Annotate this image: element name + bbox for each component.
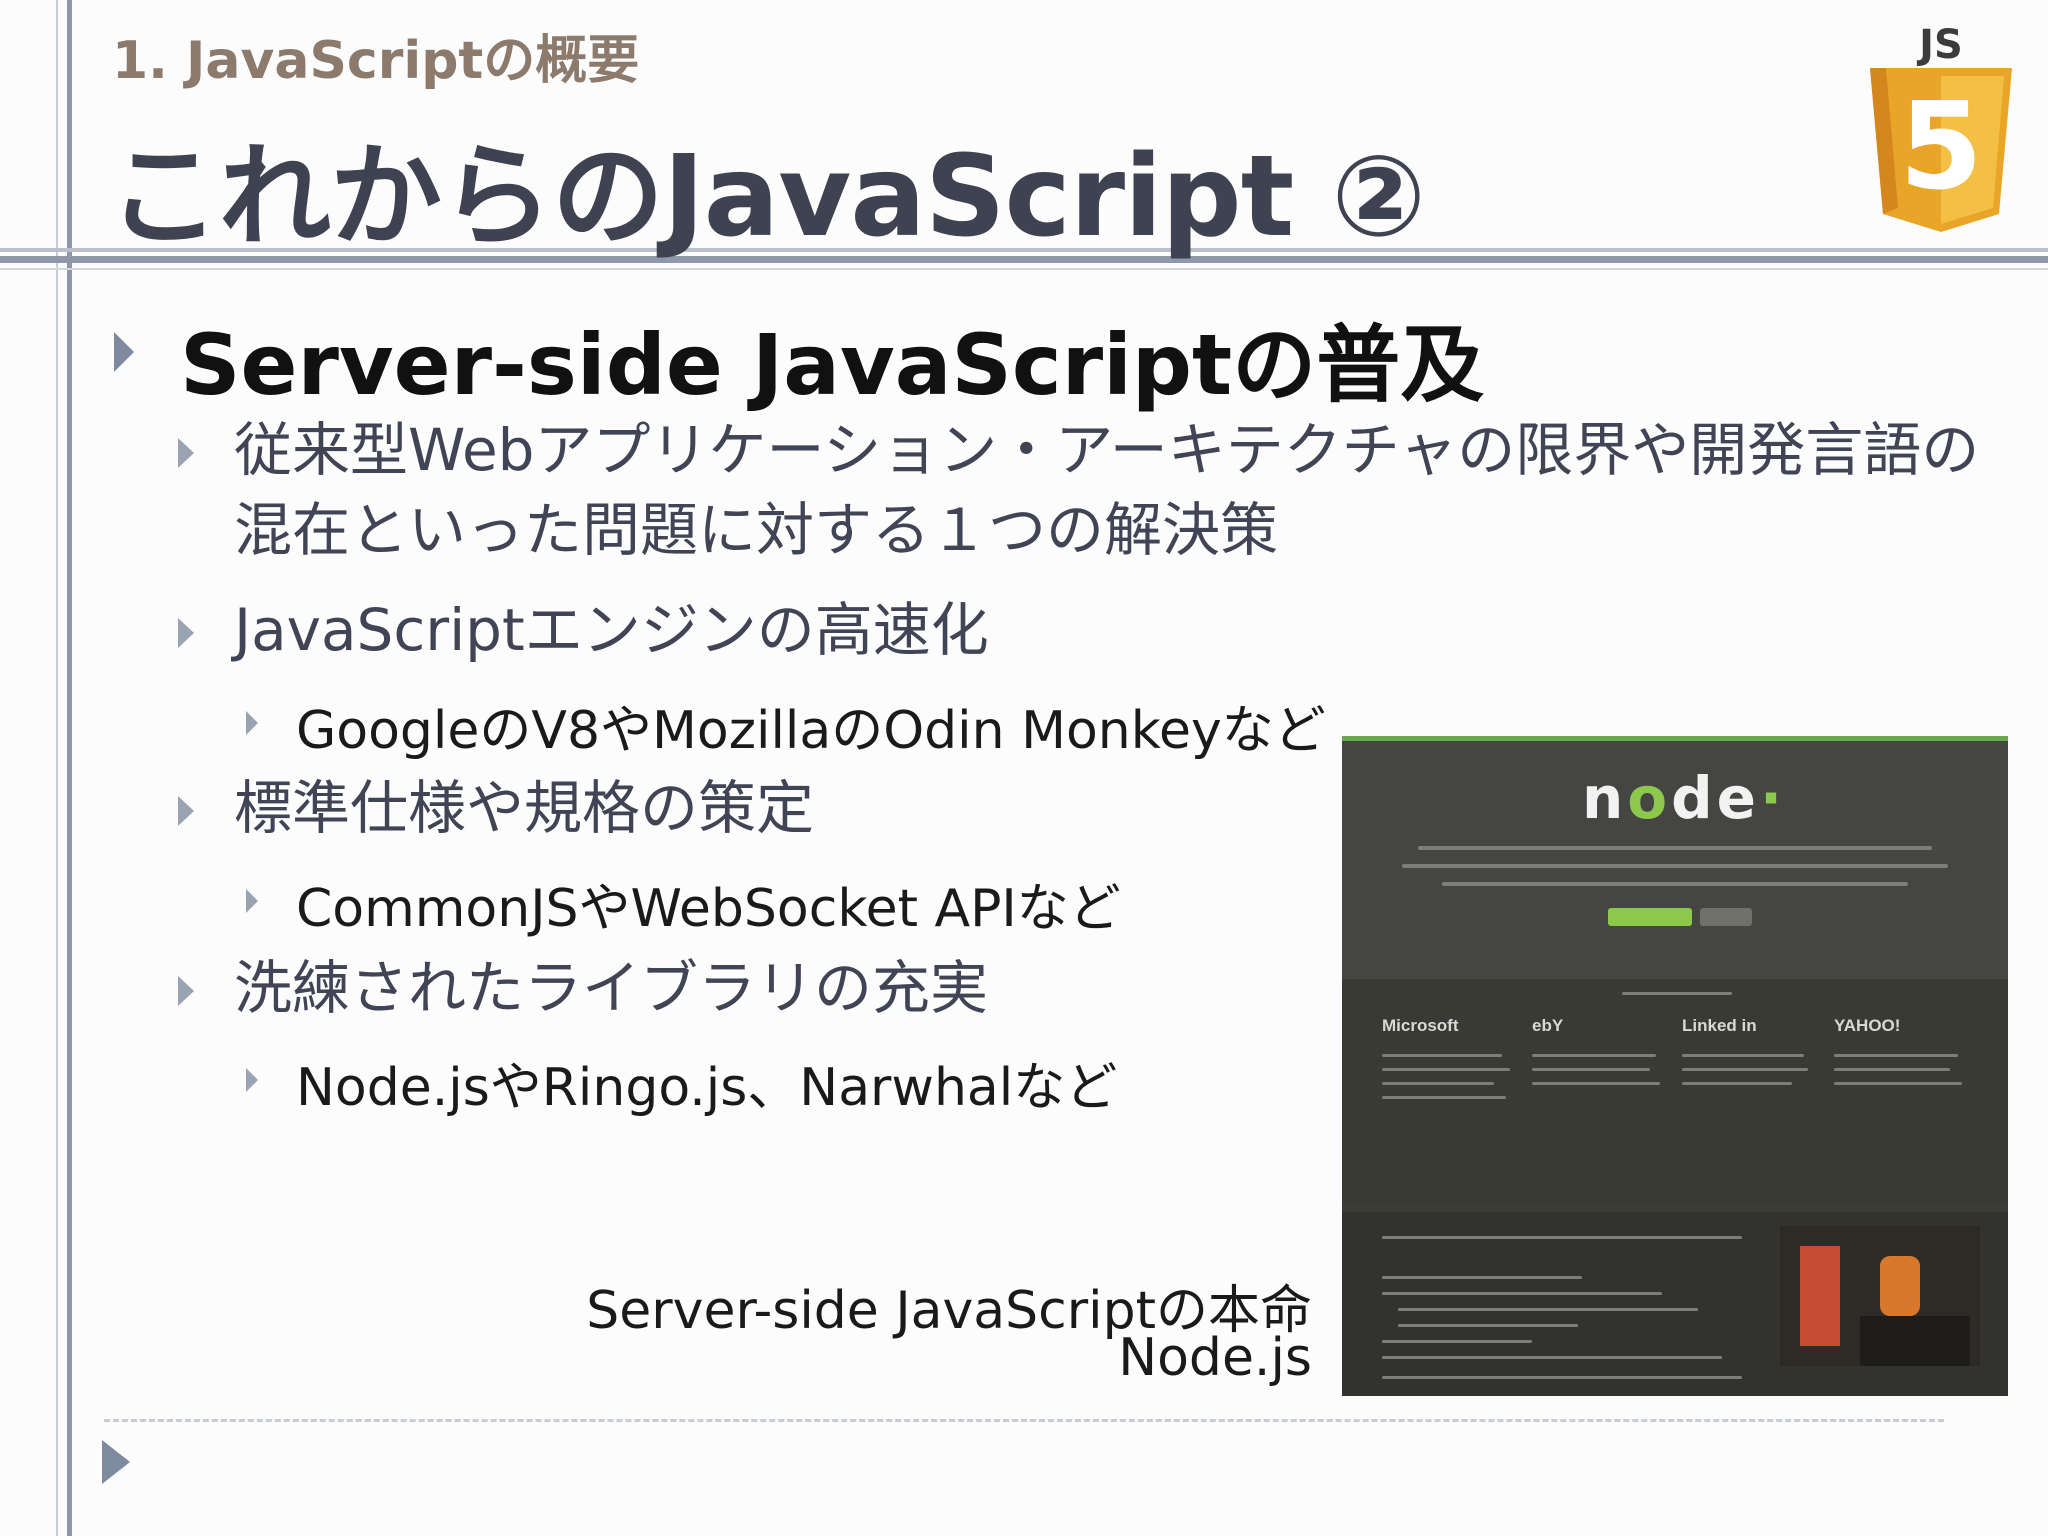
screenshot-text-line (1532, 1068, 1650, 1071)
bullet-arrow-icon (246, 1068, 258, 1092)
screenshot-text-line (1682, 1082, 1792, 1085)
screenshot-text-line (1682, 1068, 1808, 1071)
logo-ebay: ebY (1532, 1016, 1564, 1035)
screenshot-text-line (1382, 1376, 1742, 1379)
bullet-arrow-icon (246, 711, 258, 735)
bullet-4-text: 洗練されたライブラリの充実 (234, 954, 989, 1022)
screenshot-text-line (1442, 882, 1908, 886)
bullet-main: Server-side JavaScriptの普及 (112, 298, 1484, 419)
bullet-arrow-icon (246, 889, 258, 913)
logo-microsoft: Microsoft (1382, 1016, 1459, 1035)
js-logo-digit: 5 (1899, 78, 1983, 217)
bullet-2: JavaScriptエンジンの高速化 (174, 590, 989, 670)
screenshot-code-line (1382, 1356, 1722, 1359)
screenshot-text-line (1382, 1082, 1494, 1085)
screenshot-code-line (1398, 1324, 1578, 1327)
bullet-3-sub-text: CommonJSやWebSocket APIなど (296, 879, 1121, 939)
nodejs-website-screenshot: node· Microsoft ebY Linked in YAHOO! (1342, 736, 2008, 1396)
bullet-3-text: 標準仕様や規格の策定 (234, 774, 815, 842)
bullet-arrow-icon (178, 618, 194, 648)
bullet-main-text: Server-side JavaScriptの普及 (180, 316, 1485, 414)
bullet-arrow-icon (178, 976, 194, 1006)
screenshot-code-line (1382, 1292, 1662, 1295)
screenshot-text-line (1402, 864, 1948, 868)
footer-arrow-icon (102, 1440, 130, 1484)
bullet-4-sub-text: Node.jsやRingo.js、Narwhalなど (296, 1058, 1118, 1118)
screenshot-code-line (1398, 1308, 1698, 1311)
bullet-2-sub: GoogleのV8やMozillaのOdin Monkeyなど (244, 688, 1326, 763)
screenshot-text-line (1532, 1082, 1660, 1085)
screenshot-text-line (1682, 1054, 1804, 1057)
bullet-2-text: JavaScriptエンジンの高速化 (234, 596, 989, 664)
screenshot-speaker-photo (1780, 1226, 1980, 1366)
logo-linkedin: Linked in (1682, 1016, 1757, 1035)
screenshot-text-line (1382, 1096, 1506, 1099)
left-guide-thin (56, 0, 58, 1536)
screenshot-text-line (1834, 1068, 1950, 1071)
bullet-arrow-icon (178, 438, 194, 468)
screenshot-text-line (1532, 1054, 1656, 1057)
screenshot-text-line (1418, 846, 1932, 850)
screenshot-download-button (1608, 908, 1692, 926)
section-title: 1. JavaScriptの概要 (112, 31, 640, 91)
bullet-1-line-1: 従来型Webアプリケーション・アーキテクチャの限界や開発言語の (234, 416, 1980, 484)
bullet-3: 標準仕様や規格の策定 (174, 768, 814, 848)
screenshot-text-line (1834, 1082, 1962, 1085)
caption-line-2: Node.js (1118, 1328, 1312, 1388)
bullet-arrow-icon (178, 796, 194, 826)
screenshot-text-line (1834, 1054, 1958, 1057)
bullet-2-sub-text: GoogleのV8やMozillaのOdin Monkeyなど (296, 701, 1326, 761)
bullet-1: 従来型Webアプリケーション・アーキテクチャの限界や開発言語の 混在といった問題… (174, 410, 1979, 570)
screenshot-text-line (1382, 1068, 1510, 1071)
footer-divider (104, 1419, 1944, 1422)
bullet-3-sub: CommonJSやWebSocket APIなど (244, 866, 1121, 941)
screenshot-code-line (1382, 1340, 1532, 1343)
bullet-4: 洗練されたライブラリの充実 (174, 948, 988, 1028)
js-logo-label: JS (1916, 22, 1963, 68)
screenshot-text-line (1382, 1054, 1502, 1057)
bullet-4-sub: Node.jsやRingo.js、Narwhalなど (244, 1045, 1117, 1120)
node-wordmark-logo: node· (1582, 764, 1787, 832)
screenshot-text-line (1622, 992, 1732, 995)
screenshot-code-line (1382, 1276, 1582, 1279)
bullet-1-line-2: 混在といった問題に対する１つの解決策 (234, 496, 1279, 564)
logo-yahoo: YAHOO! (1834, 1016, 1901, 1035)
js-logo: JS 5 (1866, 18, 2016, 234)
bullet-arrow-icon (114, 332, 134, 372)
screenshot-docs-button (1700, 908, 1752, 926)
header-rule-under (0, 268, 2048, 270)
screenshot-text-line (1382, 1236, 1742, 1239)
slide-title: これからのJavaScript ② (108, 132, 1426, 262)
screenshot-companies-section (1342, 980, 2008, 1206)
left-guide-thick (67, 0, 72, 1536)
